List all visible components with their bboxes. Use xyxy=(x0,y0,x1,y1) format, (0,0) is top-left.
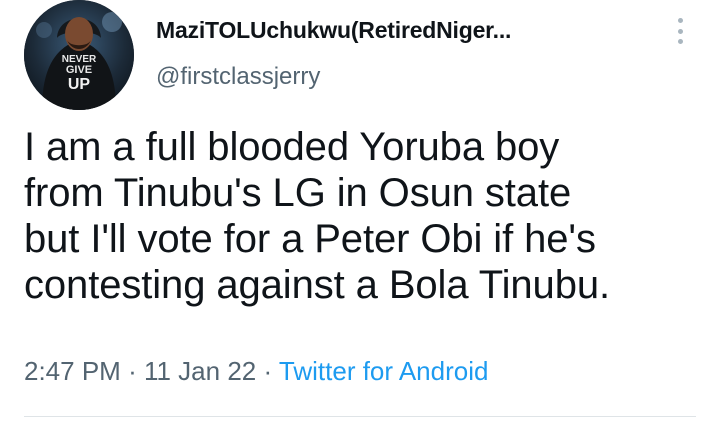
tweet-text: I am a full blooded Yoruba boy from Tinu… xyxy=(24,125,610,307)
more-dot xyxy=(677,18,683,23)
user-handle[interactable]: @firstclassjerry xyxy=(156,63,320,91)
avatar[interactable]: NEVER GIVE UP xyxy=(24,0,134,110)
more-dot xyxy=(677,28,683,34)
more-dot xyxy=(677,39,683,44)
tweet-date[interactable]: 11 Jan 22 xyxy=(144,356,256,386)
divider xyxy=(24,416,696,417)
display-name[interactable]: MaziTOLUchukwu(RetiredNiger... xyxy=(156,17,511,44)
meta-separator: · xyxy=(263,356,273,386)
tweet-time[interactable]: 2:47 PM xyxy=(24,356,121,386)
tweet-meta: 2:47 PM · 11 Jan 22 · Twitter for Androi… xyxy=(24,356,488,387)
avatar-image: NEVER GIVE UP xyxy=(24,0,134,110)
avatar-shirt-line-3: UP xyxy=(68,76,91,93)
meta-separator: · xyxy=(128,356,137,386)
avatar-shirt-line-2: GIVE xyxy=(66,64,92,76)
more-vertical-icon[interactable] xyxy=(670,14,690,48)
tweet-source-link[interactable]: Twitter for Android xyxy=(279,356,489,386)
